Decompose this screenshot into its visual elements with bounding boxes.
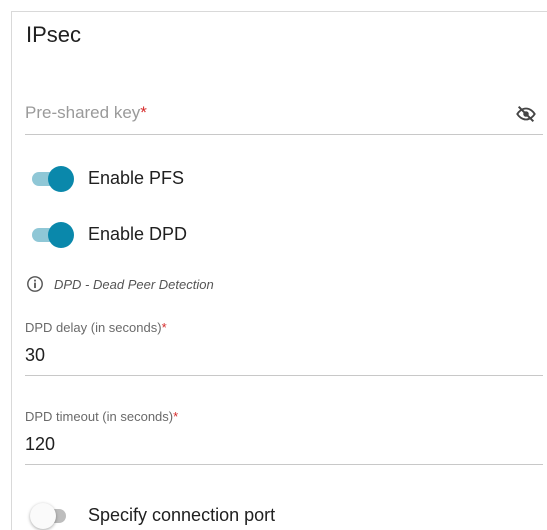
- specify-port-row[interactable]: Specify connection port: [30, 498, 430, 529]
- required-mark: *: [140, 103, 147, 122]
- pre-shared-key-field[interactable]: Pre-shared key*: [25, 95, 543, 135]
- dpd-timeout-value[interactable]: 120: [25, 434, 55, 455]
- enable-dpd-label: Enable DPD: [88, 224, 188, 244]
- enable-pfs-toggle[interactable]: [30, 166, 74, 192]
- pre-shared-key-placeholder: Pre-shared key*: [25, 103, 147, 122]
- enable-dpd-row[interactable]: Enable DPD: [30, 217, 430, 248]
- required-mark: *: [161, 320, 167, 335]
- enable-pfs-label: Enable PFS: [88, 168, 185, 188]
- specify-port-toggle[interactable]: [30, 503, 74, 529]
- dpd-timeout-label: DPD timeout (in seconds)*: [25, 409, 179, 424]
- required-mark: *: [173, 409, 179, 424]
- eye-off-icon[interactable]: [515, 103, 537, 125]
- ipsec-panel: IPsec Pre-shared key* Enable PFS Enable …: [11, 11, 547, 530]
- enable-dpd-toggle[interactable]: [30, 222, 74, 248]
- dpd-delay-value[interactable]: 30: [25, 345, 45, 366]
- dpd-info-note: DPD - Dead Peer Detection: [26, 275, 426, 295]
- section-title: IPsec: [26, 22, 82, 47]
- enable-pfs-row[interactable]: Enable PFS: [30, 161, 430, 192]
- dpd-delay-field[interactable]: DPD delay (in seconds)* 30: [25, 320, 543, 376]
- dpd-delay-label: DPD delay (in seconds)*: [25, 320, 167, 335]
- info-icon: [26, 275, 44, 293]
- dpd-info-text: DPD - Dead Peer Detection: [54, 277, 214, 292]
- specify-port-label: Specify connection port: [88, 505, 276, 525]
- dpd-timeout-field[interactable]: DPD timeout (in seconds)* 120: [25, 409, 543, 465]
